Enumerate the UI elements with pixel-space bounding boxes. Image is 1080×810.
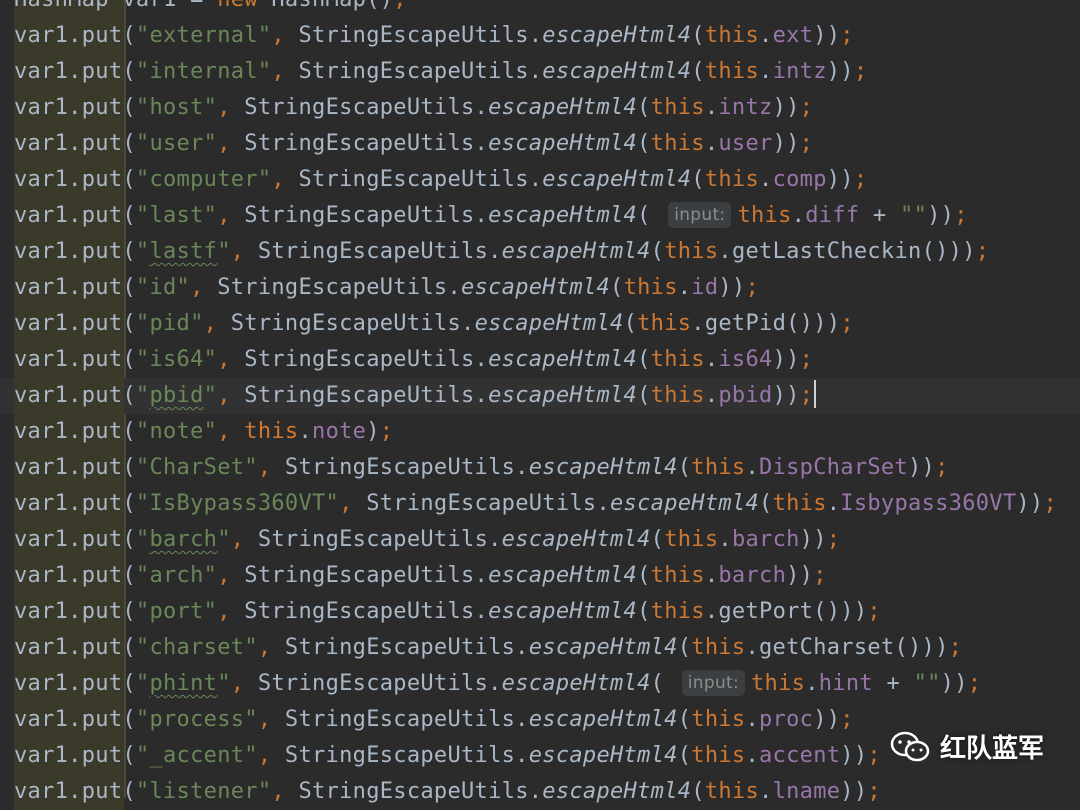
code-line[interactable]: var1.put("arch", StringEscapeUtils.escap…: [0, 558, 1080, 594]
code-text: var1.put("port", StringEscapeUtils.escap…: [14, 599, 881, 624]
code-text: var1.put("_accent", StringEscapeUtils.es…: [14, 743, 881, 768]
code-text: HashMap var1 = new HashMap();: [14, 0, 407, 18]
text-caret: [814, 380, 817, 408]
code-text: var1.put("note", this.note);: [14, 419, 394, 444]
code-line[interactable]: var1.put("user", StringEscapeUtils.escap…: [0, 126, 1080, 162]
code-line[interactable]: var1.put("barch", StringEscapeUtils.esca…: [0, 522, 1080, 558]
code-text: var1.put("arch", StringEscapeUtils.escap…: [14, 563, 827, 588]
code-text: var1.put("IsBypass360VT", StringEscapeUt…: [14, 491, 1058, 516]
code-editor[interactable]: HashMap var1 = new HashMap(); var1.put("e…: [0, 0, 1080, 810]
code-line[interactable]: var1.put("pid", StringEscapeUtils.escape…: [0, 306, 1080, 342]
code-line[interactable]: var1.put("CharSet", StringEscapeUtils.es…: [0, 450, 1080, 486]
code-text: var1.put("computer", StringEscapeUtils.e…: [14, 167, 868, 192]
code-text: var1.put("CharSet", StringEscapeUtils.es…: [14, 455, 949, 480]
parameter-hint: input:: [668, 202, 732, 228]
code-line[interactable]: var1.put("is64", StringEscapeUtils.escap…: [0, 342, 1080, 378]
code-line[interactable]: var1.put("IsBypass360VT", StringEscapeUt…: [0, 486, 1080, 522]
code-text: var1.put("listener", StringEscapeUtils.e…: [14, 779, 881, 804]
code-text: var1.put("host", StringEscapeUtils.escap…: [14, 95, 814, 120]
code-text: var1.put("user", StringEscapeUtils.escap…: [14, 131, 814, 156]
code-text: var1.put("phint", StringEscapeUtils.esca…: [14, 670, 982, 696]
code-text: var1.put("last", StringEscapeUtils.escap…: [14, 202, 968, 228]
code-line[interactable]: var1.put("port", StringEscapeUtils.escap…: [0, 594, 1080, 630]
code-text: var1.put("internal", StringEscapeUtils.e…: [14, 59, 868, 84]
code-text: var1.put("barch", StringEscapeUtils.esca…: [14, 527, 841, 552]
code-line[interactable]: var1.put("charset", StringEscapeUtils.es…: [0, 630, 1080, 666]
code-text: var1.put("is64", StringEscapeUtils.escap…: [14, 347, 814, 372]
code-line[interactable]: var1.put("pbid", StringEscapeUtils.escap…: [0, 378, 1080, 414]
code-line[interactable]: var1.put("internal", StringEscapeUtils.e…: [0, 54, 1080, 90]
watermark-text: 红队蓝军: [939, 734, 1044, 764]
code-line[interactable]: HashMap var1 = new HashMap();: [0, 0, 1080, 18]
code-text: var1.put("charset", StringEscapeUtils.es…: [14, 635, 963, 660]
code-text: var1.put("external", StringEscapeUtils.e…: [14, 23, 854, 48]
code-line[interactable]: var1.put("lastf", StringEscapeUtils.esca…: [0, 234, 1080, 270]
code-text: var1.put("process", StringEscapeUtils.es…: [14, 707, 854, 732]
code-line[interactable]: var1.put("host", StringEscapeUtils.escap…: [0, 90, 1080, 126]
watermark: 红队蓝军: [890, 728, 1044, 765]
parameter-hint: input:: [681, 670, 746, 696]
code-line[interactable]: var1.put("note", this.note);: [0, 414, 1080, 450]
code-line[interactable]: var1.put("listener", StringEscapeUtils.e…: [0, 774, 1080, 810]
code-text: var1.put("pbid", StringEscapeUtils.escap…: [14, 378, 817, 414]
code-text: var1.put("pid", StringEscapeUtils.escape…: [14, 311, 854, 336]
code-line[interactable]: var1.put("computer", StringEscapeUtils.e…: [0, 162, 1080, 198]
code-text: var1.put("lastf", StringEscapeUtils.esca…: [14, 239, 990, 264]
wechat-icon: [890, 731, 930, 761]
code-line[interactable]: var1.put("phint", StringEscapeUtils.esca…: [0, 666, 1080, 702]
code-line[interactable]: var1.put("id", StringEscapeUtils.escapeH…: [0, 270, 1080, 306]
code-line[interactable]: var1.put("external", StringEscapeUtils.e…: [0, 18, 1080, 54]
code-text: var1.put("id", StringEscapeUtils.escapeH…: [14, 275, 760, 300]
code-line[interactable]: var1.put("last", StringEscapeUtils.escap…: [0, 198, 1080, 234]
